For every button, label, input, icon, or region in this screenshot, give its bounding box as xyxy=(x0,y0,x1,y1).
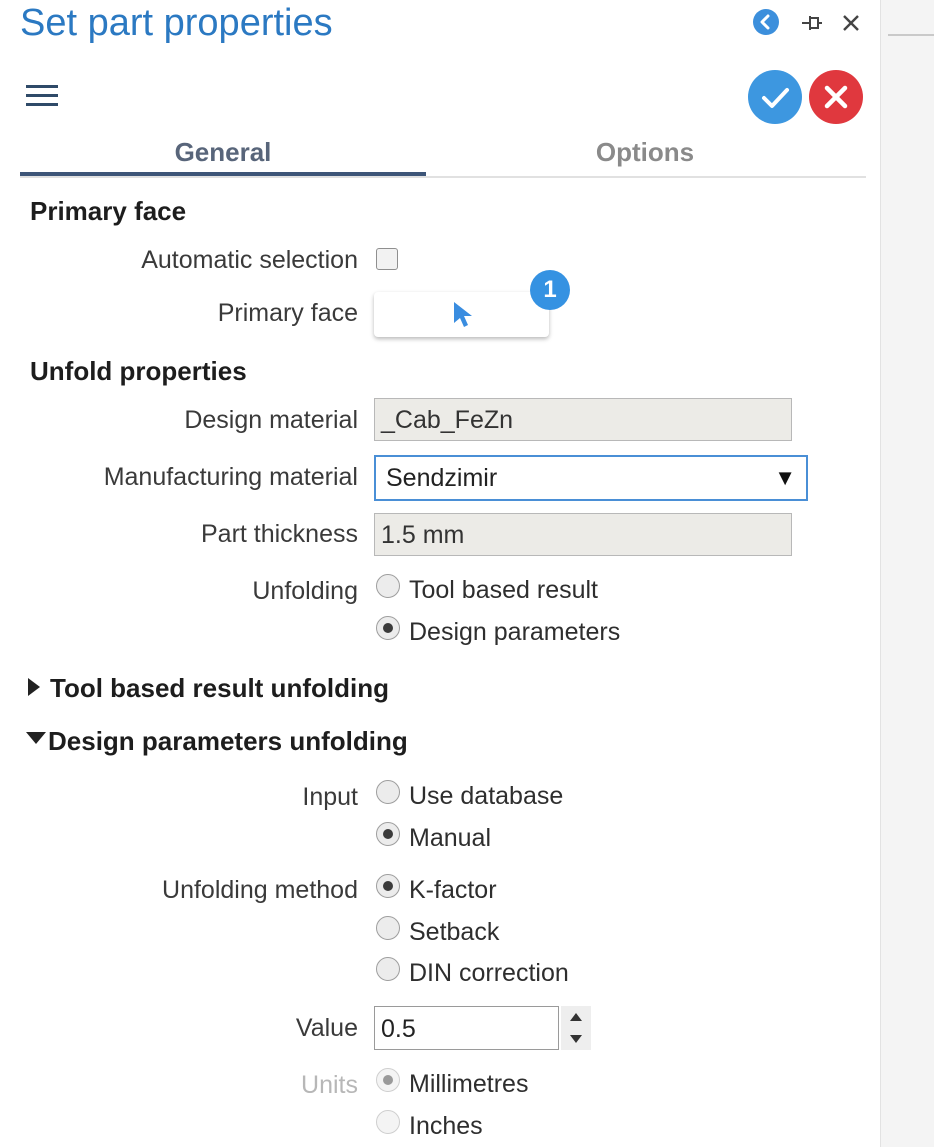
option-use-database: Use database xyxy=(409,782,564,810)
unfold-properties-heading: Unfold properties xyxy=(30,356,247,386)
selection-count-badge: 1 xyxy=(530,270,570,310)
option-design-parameters: Design parameters xyxy=(409,618,621,646)
collapse-arrow-icon[interactable] xyxy=(26,732,46,744)
tab-general[interactable]: General xyxy=(20,130,426,176)
units-label: Units xyxy=(301,1071,358,1099)
design-material-field: _Cab_FeZn xyxy=(374,398,792,441)
manufacturing-material-select[interactable]: Sendzimir ▼ xyxy=(374,455,808,501)
design-material-label: Design material xyxy=(184,406,358,434)
option-setback: Setback xyxy=(409,918,500,946)
back-icon[interactable] xyxy=(753,9,779,35)
automatic-selection-label: Automatic selection xyxy=(141,246,358,274)
viewport-divider xyxy=(888,34,934,36)
spin-down-icon[interactable] xyxy=(561,1028,591,1050)
background-viewport xyxy=(880,0,934,1147)
primary-face-label: Primary face xyxy=(217,299,358,327)
tab-options[interactable]: Options xyxy=(440,130,850,174)
x-icon xyxy=(824,85,848,109)
primary-face-picker[interactable] xyxy=(374,292,549,337)
cursor-arrow-icon xyxy=(454,302,472,327)
option-k-factor: K-factor xyxy=(409,876,497,904)
radio-design-parameters[interactable] xyxy=(376,616,400,640)
part-thickness-field: 1.5 mm xyxy=(374,513,792,556)
option-millimetres: Millimetres xyxy=(409,1070,529,1098)
radio-manual[interactable] xyxy=(376,822,400,846)
option-din-correction: DIN correction xyxy=(409,959,569,987)
panel-title: Set part properties xyxy=(20,2,333,44)
spin-up-icon[interactable] xyxy=(561,1006,591,1028)
radio-tool-based-result[interactable] xyxy=(376,574,400,598)
value-label: Value xyxy=(295,1014,358,1042)
primary-face-heading: Primary face xyxy=(30,196,187,226)
set-part-properties-panel: Set part properties General Options Prim… xyxy=(0,0,880,1147)
automatic-selection-checkbox[interactable] xyxy=(376,248,398,270)
radio-millimetres[interactable] xyxy=(376,1068,400,1092)
manufacturing-material-label: Manufacturing material xyxy=(103,463,358,491)
tab-bar: General Options xyxy=(20,130,866,178)
unfolding-label: Unfolding xyxy=(252,577,358,605)
radio-inches[interactable] xyxy=(376,1110,400,1134)
value-input[interactable]: 0.5 xyxy=(374,1006,559,1050)
radio-setback[interactable] xyxy=(376,916,400,940)
design-parameters-unfolding-heading[interactable]: Design parameters unfolding xyxy=(48,726,408,757)
dropdown-arrow-icon[interactable]: ▼ xyxy=(774,457,796,499)
unfolding-method-label: Unfolding method xyxy=(162,876,358,904)
radio-k-factor[interactable] xyxy=(376,874,400,898)
hamburger-icon[interactable] xyxy=(26,80,58,112)
option-tool-based-result: Tool based result xyxy=(409,576,599,604)
radio-use-database[interactable] xyxy=(376,780,400,804)
input-label: Input xyxy=(302,783,358,811)
value-spinner xyxy=(561,1006,591,1050)
option-inches: Inches xyxy=(409,1112,483,1140)
cancel-button[interactable] xyxy=(809,70,863,124)
radio-din-correction[interactable] xyxy=(376,957,400,981)
expand-arrow-icon[interactable] xyxy=(28,678,40,696)
ok-button[interactable] xyxy=(748,70,802,124)
pin-icon[interactable] xyxy=(798,10,824,36)
option-manual: Manual xyxy=(409,824,491,852)
manufacturing-material-value: Sendzimir xyxy=(386,464,498,492)
check-icon xyxy=(762,88,789,108)
close-icon[interactable] xyxy=(838,10,864,36)
part-thickness-label: Part thickness xyxy=(200,520,358,548)
tool-based-result-unfolding-heading[interactable]: Tool based result unfolding xyxy=(50,673,389,704)
